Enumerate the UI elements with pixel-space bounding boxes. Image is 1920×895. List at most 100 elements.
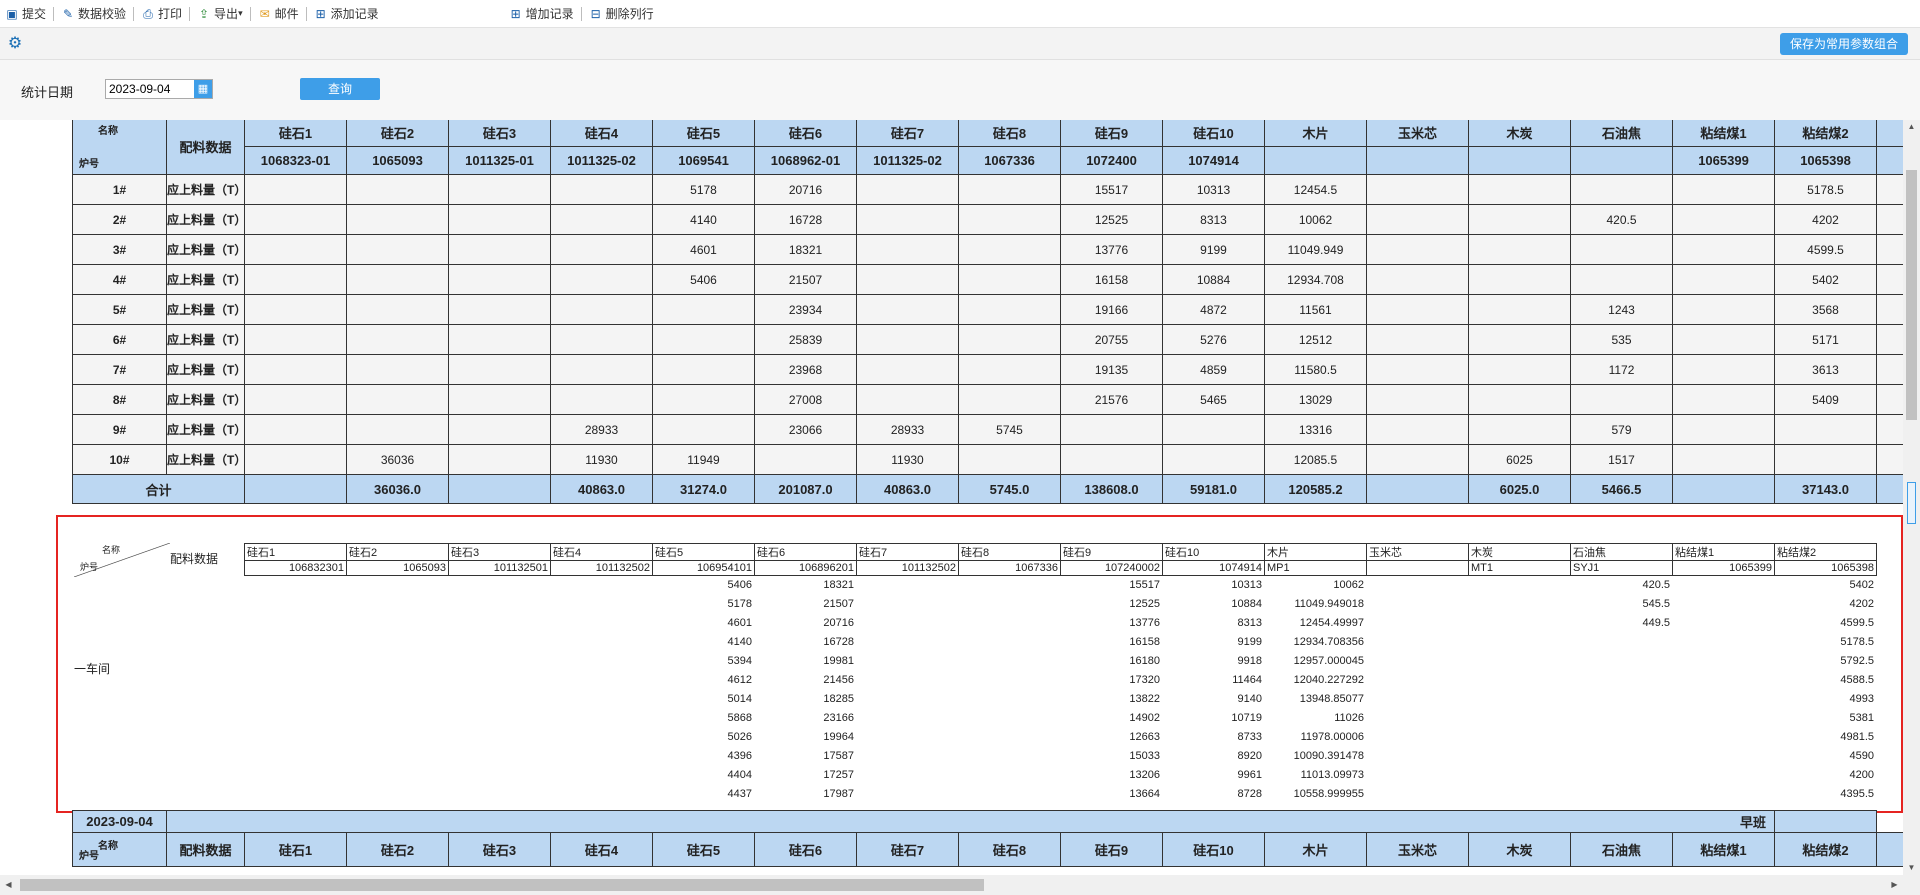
data-cell[interactable] bbox=[1468, 264, 1571, 295]
toolbar-button-3[interactable]: ⎙ 打印 bbox=[136, 2, 187, 26]
data-cell[interactable] bbox=[346, 264, 449, 295]
data-cell[interactable] bbox=[1162, 414, 1265, 445]
data-cell[interactable] bbox=[652, 384, 755, 415]
data-cell[interactable] bbox=[1672, 414, 1775, 445]
data-cell[interactable] bbox=[1672, 444, 1775, 475]
data-cell[interactable] bbox=[244, 354, 347, 385]
data-cell[interactable]: 5406 bbox=[652, 264, 755, 295]
data-cell[interactable] bbox=[856, 174, 959, 205]
save-param-combo-button[interactable]: 保存为常用参数组合 bbox=[1780, 33, 1908, 55]
data-cell[interactable] bbox=[550, 384, 653, 415]
data-cell[interactable]: 19166 bbox=[1060, 294, 1163, 325]
toolbar-button-4[interactable]: ⇪ 导出 ▾ bbox=[192, 2, 248, 26]
data-cell[interactable]: 1172 bbox=[1570, 354, 1673, 385]
data-cell[interactable] bbox=[958, 354, 1061, 385]
data-cell[interactable] bbox=[448, 324, 551, 355]
data-cell[interactable] bbox=[1672, 294, 1775, 325]
query-button[interactable]: 查询 bbox=[300, 78, 380, 100]
horizontal-scroll-thumb[interactable] bbox=[20, 879, 984, 891]
scroll-left-arrow-icon[interactable]: ◀ bbox=[0, 875, 17, 895]
data-cell[interactable] bbox=[856, 324, 959, 355]
scroll-right-arrow-icon[interactable]: ▶ bbox=[1886, 875, 1903, 895]
data-cell[interactable] bbox=[346, 204, 449, 235]
data-cell[interactable] bbox=[448, 414, 551, 445]
data-cell[interactable]: 579 bbox=[1570, 414, 1673, 445]
data-cell[interactable]: 5465 bbox=[1162, 384, 1265, 415]
data-cell[interactable] bbox=[448, 444, 551, 475]
data-cell[interactable] bbox=[346, 354, 449, 385]
date-picker[interactable]: ▦ bbox=[105, 79, 213, 99]
data-cell[interactable]: 3613 bbox=[1774, 354, 1877, 385]
data-cell[interactable]: 15517 bbox=[1060, 174, 1163, 205]
data-cell[interactable]: 11049.949 bbox=[1264, 234, 1367, 265]
data-cell[interactable]: 4872 bbox=[1162, 294, 1265, 325]
data-cell[interactable]: 4202 bbox=[1774, 204, 1877, 235]
data-cell[interactable]: 9199 bbox=[1162, 234, 1265, 265]
data-cell[interactable] bbox=[244, 174, 347, 205]
data-cell[interactable] bbox=[244, 234, 347, 265]
data-cell[interactable] bbox=[448, 294, 551, 325]
data-cell[interactable]: 5402 bbox=[1774, 264, 1877, 295]
data-cell[interactable] bbox=[1672, 384, 1775, 415]
data-cell[interactable]: 12454.5 bbox=[1264, 174, 1367, 205]
data-cell[interactable] bbox=[1672, 234, 1775, 265]
data-cell[interactable]: 5171 bbox=[1774, 324, 1877, 355]
data-cell[interactable] bbox=[550, 294, 653, 325]
data-cell[interactable] bbox=[550, 204, 653, 235]
data-cell[interactable] bbox=[1468, 384, 1571, 415]
data-cell[interactable]: 13029 bbox=[1264, 384, 1367, 415]
data-cell[interactable] bbox=[448, 174, 551, 205]
data-cell[interactable] bbox=[346, 324, 449, 355]
data-cell[interactable] bbox=[652, 414, 755, 445]
data-cell[interactable]: 28933 bbox=[856, 414, 959, 445]
data-cell[interactable] bbox=[1672, 264, 1775, 295]
data-cell[interactable] bbox=[244, 324, 347, 355]
data-cell[interactable] bbox=[244, 444, 347, 475]
data-cell[interactable]: 4859 bbox=[1162, 354, 1265, 385]
data-cell[interactable] bbox=[856, 204, 959, 235]
data-cell[interactable] bbox=[448, 264, 551, 295]
toolbar-button-1[interactable]: ▣ 提交 bbox=[0, 2, 51, 26]
data-cell[interactable] bbox=[1366, 264, 1469, 295]
toolbar-button-7[interactable]: ⊞ 增加记录 bbox=[504, 2, 579, 26]
data-cell[interactable] bbox=[346, 234, 449, 265]
data-cell[interactable]: 20716 bbox=[754, 174, 857, 205]
data-cell[interactable] bbox=[346, 294, 449, 325]
data-cell[interactable] bbox=[1366, 174, 1469, 205]
data-cell[interactable] bbox=[1366, 414, 1469, 445]
data-cell[interactable] bbox=[1366, 444, 1469, 475]
data-cell[interactable]: 12525 bbox=[1060, 204, 1163, 235]
data-cell[interactable] bbox=[244, 294, 347, 325]
data-cell[interactable] bbox=[1366, 204, 1469, 235]
data-cell[interactable] bbox=[958, 264, 1061, 295]
toolbar-button-2[interactable]: ✎ 数据校验 bbox=[56, 2, 131, 26]
data-cell[interactable] bbox=[1774, 444, 1877, 475]
data-cell[interactable]: 21576 bbox=[1060, 384, 1163, 415]
data-cell[interactable]: 11561 bbox=[1264, 294, 1367, 325]
data-cell[interactable]: 6025 bbox=[1468, 444, 1571, 475]
data-cell[interactable]: 23066 bbox=[754, 414, 857, 445]
data-cell[interactable] bbox=[244, 384, 347, 415]
data-cell[interactable] bbox=[1060, 414, 1163, 445]
data-cell[interactable]: 13776 bbox=[1060, 234, 1163, 265]
data-cell[interactable] bbox=[1570, 264, 1673, 295]
data-cell[interactable] bbox=[652, 324, 755, 355]
data-cell[interactable] bbox=[550, 264, 653, 295]
toolbar-button-8[interactable]: ⊟ 删除列行 bbox=[584, 2, 659, 26]
data-cell[interactable] bbox=[1468, 204, 1571, 235]
data-cell[interactable]: 8313 bbox=[1162, 204, 1265, 235]
data-cell[interactable] bbox=[550, 234, 653, 265]
data-cell[interactable]: 23934 bbox=[754, 294, 857, 325]
data-cell[interactable] bbox=[856, 384, 959, 415]
data-cell[interactable]: 21507 bbox=[754, 264, 857, 295]
data-cell[interactable] bbox=[346, 384, 449, 415]
data-cell[interactable] bbox=[1468, 324, 1571, 355]
data-cell[interactable]: 1243 bbox=[1570, 294, 1673, 325]
data-cell[interactable] bbox=[448, 354, 551, 385]
data-cell[interactable]: 18321 bbox=[754, 234, 857, 265]
data-cell[interactable] bbox=[958, 174, 1061, 205]
vertical-scrollbar[interactable]: ▲ ▼ bbox=[1903, 120, 1920, 875]
data-cell[interactable]: 11930 bbox=[550, 444, 653, 475]
data-cell[interactable]: 5745 bbox=[958, 414, 1061, 445]
data-cell[interactable] bbox=[1672, 324, 1775, 355]
